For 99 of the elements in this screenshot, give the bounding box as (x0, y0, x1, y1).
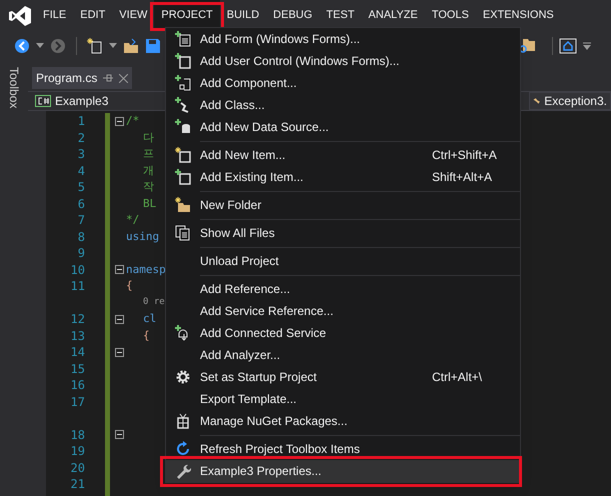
line-number: 11 (70, 278, 85, 296)
menu-item[interactable]: FILE (36, 0, 74, 31)
code-text: /* (126, 113, 140, 129)
document-tab[interactable]: Program.cs (32, 67, 132, 89)
existing-item-icon (175, 169, 191, 185)
new-item-icon (175, 147, 191, 163)
menu-entry[interactable]: Add Form (Windows Forms)... (166, 28, 520, 50)
menu-item[interactable]: TEST (319, 0, 362, 31)
gear-icon (175, 369, 191, 385)
tab-title: Program.cs (36, 70, 98, 87)
menu-entry[interactable]: Add Analyzer... (166, 344, 520, 366)
code-text: 다 (143, 130, 154, 146)
line-number: 1 (78, 113, 85, 130)
dropdown-icon[interactable] (36, 43, 44, 49)
menu-entry[interactable]: Example3 Properties... (166, 460, 520, 482)
member-dropdown[interactable]: Exception3. (529, 92, 611, 110)
collapse-icon[interactable] (114, 116, 124, 126)
code-text: */ (126, 212, 140, 228)
line-number: 12 (70, 311, 85, 328)
open-folder-icon[interactable] (123, 38, 139, 54)
code-text: BL (143, 196, 156, 212)
close-icon[interactable] (119, 74, 128, 82)
line-number: 16 (70, 377, 85, 394)
logo-icon (8, 4, 32, 26)
home-icon[interactable] (559, 38, 577, 54)
project-dropdown[interactable]: Example3 (32, 92, 152, 110)
code-text: 프 (143, 146, 154, 162)
files-icon (175, 225, 191, 241)
line-number: 5 (78, 179, 85, 196)
menu-entry[interactable]: Add New Item... Ctrl+Shift+A (166, 144, 520, 166)
line-number: 10 (70, 262, 85, 279)
package-icon (175, 413, 191, 429)
forward-icon[interactable] (50, 38, 66, 54)
menu-entry[interactable]: Add Class... (166, 94, 520, 116)
line-number: 9 (78, 245, 85, 262)
line-number: 18 (70, 426, 85, 444)
line-number: 15 (70, 360, 85, 378)
menu-entry[interactable]: Unload Project (166, 250, 520, 272)
line-number: 8 (78, 228, 85, 246)
menu-entry[interactable]: Add Existing Item... Shift+Alt+A (166, 166, 520, 188)
add-form-icon (175, 31, 191, 47)
menu-entry[interactable]: New Folder (166, 194, 520, 216)
csharp-file-icon (35, 95, 51, 107)
line-number: 7 (78, 212, 85, 230)
line-number: 19 (70, 443, 85, 460)
menu-item[interactable]: DEBUG (266, 0, 320, 31)
line-number: 6 (78, 196, 85, 213)
line-number: 21 (70, 476, 85, 494)
menu-entry[interactable]: Add User Control (Windows Forms)... (166, 50, 520, 72)
data-source-icon (175, 119, 191, 135)
code-text: 작 (143, 179, 154, 195)
code-text: { (143, 328, 150, 344)
line-number: 4 (78, 162, 85, 180)
line-number: 14 (70, 344, 85, 362)
menu-entry[interactable]: Add New Data Source... (166, 116, 520, 138)
line-number: 2 (78, 130, 85, 147)
add-component-icon (175, 75, 191, 91)
add-class-icon (175, 97, 191, 113)
menu-item[interactable]: ANALYZE (361, 0, 425, 31)
new-folder-icon (175, 197, 191, 213)
menu-item[interactable]: EDIT (73, 0, 112, 31)
dropdown-icon[interactable] (583, 42, 591, 50)
new-project-icon[interactable] (87, 38, 103, 54)
menu-item[interactable]: TOOLS (424, 0, 476, 31)
menu-item[interactable]: EXTENSIONS (476, 0, 561, 31)
line-number: 20 (70, 460, 85, 477)
menu-entry[interactable]: Set as Startup Project Ctrl+Alt+\ (166, 366, 520, 388)
menu-entry[interactable]: Add Service Reference... (166, 300, 520, 322)
code-text: cl (143, 311, 156, 327)
dropdown-icon[interactable] (109, 43, 117, 49)
collapse-icon[interactable] (114, 314, 124, 324)
menu-item[interactable]: VIEW (112, 0, 154, 31)
menu-entry[interactable]: Add Connected Service (166, 322, 520, 344)
code-text: { (126, 278, 133, 294)
menu-entry[interactable]: Add Component... (166, 72, 520, 94)
collapse-icon[interactable] (114, 348, 124, 357)
collapse-icon[interactable] (114, 430, 124, 440)
folder-search-icon[interactable] (518, 37, 536, 55)
menu-entry[interactable]: Refresh Project Toolbox Items (166, 438, 520, 460)
collapse-icon[interactable] (114, 265, 124, 274)
menu-entry[interactable]: Manage NuGet Packages... (166, 410, 520, 432)
menu-item[interactable]: BUILD (220, 0, 266, 31)
code-text: 개 (143, 162, 154, 178)
add-control-icon (175, 53, 191, 69)
menu-entry[interactable]: Show All Files (166, 222, 520, 244)
line-number: 17 (70, 394, 85, 411)
reference-count: 0 re (143, 296, 165, 309)
save-icon[interactable] (145, 38, 161, 54)
code-text: namesp (126, 262, 166, 278)
toolbox-tab[interactable]: Toolbox (5, 67, 23, 108)
code-text: using (126, 228, 160, 244)
back-icon[interactable] (14, 38, 30, 54)
menu-entry[interactable]: Add Reference... (166, 278, 520, 300)
refresh-icon (175, 441, 191, 457)
line-number: 13 (70, 328, 85, 345)
menu-entry[interactable]: Export Template... (166, 388, 520, 410)
pin-icon[interactable] (103, 73, 114, 83)
line-number: 3 (78, 146, 85, 164)
wrench-icon (175, 463, 191, 479)
